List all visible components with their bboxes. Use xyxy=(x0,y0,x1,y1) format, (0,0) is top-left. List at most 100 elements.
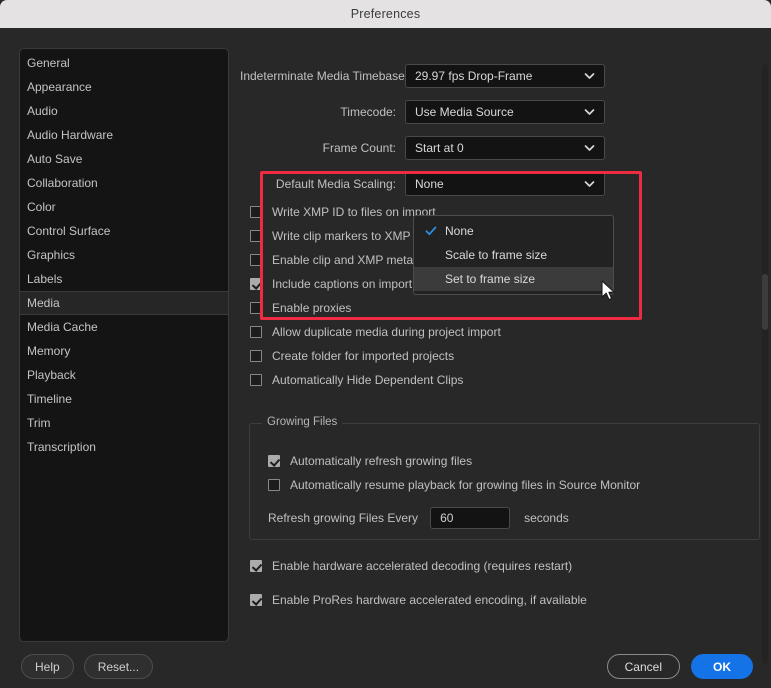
refresh-interval-row: Refresh growing Files Every 60 seconds xyxy=(268,507,569,529)
checkbox-label: Allow duplicate media during project imp… xyxy=(272,325,501,339)
sidebar-item-audio[interactable]: Audio xyxy=(20,99,228,123)
checkbox-row[interactable]: Include captions on import xyxy=(250,275,412,293)
reset-button[interactable]: Reset... xyxy=(83,654,154,679)
sidebar-item-appearance[interactable]: Appearance xyxy=(20,75,228,99)
ok-button[interactable]: OK xyxy=(691,654,753,679)
dropdown-option-set-to-frame-size[interactable]: Set to frame size xyxy=(414,267,613,291)
refresh-interval-label: Refresh growing Files Every xyxy=(268,511,419,525)
field-label: Timecode: xyxy=(340,105,396,119)
checkbox-row[interactable]: Enable proxies xyxy=(250,299,351,317)
sidebar-item-collaboration[interactable]: Collaboration xyxy=(20,171,228,195)
sidebar-item-memory[interactable]: Memory xyxy=(20,339,228,363)
refresh-interval-unit: seconds xyxy=(524,511,569,525)
checkbox-box[interactable] xyxy=(250,560,262,572)
growing-files-checkbox-row[interactable]: Automatically resume playback for growin… xyxy=(268,476,640,494)
chevron-down-icon xyxy=(584,107,595,118)
field-row-0: Indeterminate Media Timebase: 29.97 fps D… xyxy=(240,64,760,88)
footer-left-buttons: Help Reset... xyxy=(21,654,154,679)
refresh-interval-input[interactable]: 60 xyxy=(430,507,511,529)
dropdown-option-label: Set to frame size xyxy=(445,272,536,286)
default-media-scaling-dropdown-menu[interactable]: None Scale to frame size Set to frame size xyxy=(413,215,614,295)
dropdown-option-none[interactable]: None xyxy=(414,219,613,243)
window-titlebar: Preferences xyxy=(0,0,771,28)
field-row-2: Frame Count: Start at 0 xyxy=(240,136,760,160)
select-timecode[interactable]: Use Media Source xyxy=(405,100,605,124)
sidebar-item-playback[interactable]: Playback xyxy=(20,363,228,387)
checkbox-box[interactable] xyxy=(250,374,262,386)
sidebar-item-timeline[interactable]: Timeline xyxy=(20,387,228,411)
select-value: 29.97 fps Drop-Frame xyxy=(415,69,533,83)
growing-files-fieldset: Growing Files Automatically refresh grow… xyxy=(249,416,760,540)
sidebar-item-media-cache[interactable]: Media Cache xyxy=(20,315,228,339)
checkbox-label: Write XMP ID to files on import xyxy=(272,205,436,219)
checkbox-label: Automatically refresh growing files xyxy=(290,454,473,468)
panel-scrollbar-thumb[interactable] xyxy=(762,274,768,330)
checkbox-box[interactable] xyxy=(268,455,280,467)
dropdown-option-label: None xyxy=(445,224,474,238)
sidebar-item-control-surface[interactable]: Control Surface xyxy=(20,219,228,243)
sidebar-item-audio-hardware[interactable]: Audio Hardware xyxy=(20,123,228,147)
help-button[interactable]: Help xyxy=(21,654,74,679)
sidebar-item-auto-save[interactable]: Auto Save xyxy=(20,147,228,171)
select-value: Start at 0 xyxy=(415,141,464,155)
sidebar-item-trim[interactable]: Trim xyxy=(20,411,228,435)
field-label: Frame Count: xyxy=(322,141,396,155)
sidebar-item-graphics[interactable]: Graphics xyxy=(20,243,228,267)
dialog-body: General Appearance Audio Audio Hardware Auto… xyxy=(0,28,771,688)
chevron-down-icon xyxy=(584,71,595,82)
preferences-dialog: Preferences General Appearance Audio Audio … xyxy=(0,0,771,688)
checkbox-box[interactable] xyxy=(250,350,262,362)
checkbox-label: Enable hardware accelerated decoding (re… xyxy=(272,559,573,573)
footer-right-buttons: Cancel OK xyxy=(606,654,753,679)
panel-scrollbar[interactable] xyxy=(762,64,768,664)
dropdown-option-scale-to-frame-size[interactable]: Scale to frame size xyxy=(414,243,613,267)
checkbox-label: Write clip markers to XMP xyxy=(272,229,411,243)
checkbox-label: Create folder for imported projects xyxy=(272,349,455,363)
hardware-checkbox-row[interactable]: Enable ProRes hardware accelerated encod… xyxy=(250,591,587,609)
checkbox-row[interactable]: Write XMP ID to files on import xyxy=(250,203,436,221)
checkbox-box[interactable] xyxy=(250,302,262,314)
select-indeterminate-media-timebase[interactable]: 29.97 fps Drop-Frame xyxy=(405,64,605,88)
sidebar-item-labels[interactable]: Labels xyxy=(20,267,228,291)
field-label: Default Media Scaling: xyxy=(275,177,396,191)
select-default-media-scaling[interactable]: None xyxy=(405,172,605,196)
checkbox-row[interactable]: Allow duplicate media during project imp… xyxy=(250,323,501,341)
growing-files-checkbox-row[interactable]: Automatically refresh growing files xyxy=(268,452,472,470)
field-label: Indeterminate Media Timebase: xyxy=(240,69,409,83)
preferences-category-list[interactable]: General Appearance Audio Audio Hardware Auto… xyxy=(19,48,229,642)
checkbox-box[interactable] xyxy=(250,594,262,606)
checkbox-box[interactable] xyxy=(268,479,280,491)
sidebar-item-general[interactable]: General xyxy=(20,51,228,75)
select-value: Use Media Source xyxy=(415,105,514,119)
checkbox-label: Include captions on import xyxy=(272,277,413,291)
sidebar-item-color[interactable]: Color xyxy=(20,195,228,219)
checkbox-row[interactable]: Automatically Hide Dependent Clips xyxy=(250,371,463,389)
hardware-checkbox-row[interactable]: Enable hardware accelerated decoding (re… xyxy=(250,557,572,575)
dropdown-option-label: Scale to frame size xyxy=(445,248,548,262)
checkbox-box[interactable] xyxy=(250,206,262,218)
checkbox-label: Enable ProRes hardware accelerated encod… xyxy=(272,593,587,607)
checkbox-box[interactable] xyxy=(250,230,262,242)
checkbox-box[interactable] xyxy=(250,326,262,338)
checkbox-row[interactable]: Write clip markers to XMP xyxy=(250,227,410,245)
select-value: None xyxy=(415,177,444,191)
sidebar-item-media[interactable]: Media xyxy=(20,291,228,315)
checkbox-row[interactable]: Create folder for imported projects xyxy=(250,347,454,365)
checkbox-label: Automatically Hide Dependent Clips xyxy=(272,373,464,387)
checkbox-box[interactable] xyxy=(250,254,262,266)
mouse-cursor xyxy=(601,280,615,301)
chevron-down-icon xyxy=(584,143,595,154)
checkbox-label: Automatically resume playback for growin… xyxy=(290,478,641,492)
media-preferences-panel: Indeterminate Media Timebase: 29.97 fps D… xyxy=(240,48,760,642)
chevron-down-icon xyxy=(584,179,595,190)
field-row-1: Timecode: Use Media Source xyxy=(240,100,760,124)
check-icon xyxy=(425,225,437,237)
sidebar-item-transcription[interactable]: Transcription xyxy=(20,435,228,459)
checkbox-box[interactable] xyxy=(250,278,262,290)
checkbox-label: Enable proxies xyxy=(272,301,352,315)
growing-files-legend: Growing Files xyxy=(262,416,343,428)
cancel-button[interactable]: Cancel xyxy=(606,654,680,679)
field-row-3: Default Media Scaling: None xyxy=(240,172,760,196)
window-title: Preferences xyxy=(350,7,421,21)
select-frame-count[interactable]: Start at 0 xyxy=(405,136,605,160)
